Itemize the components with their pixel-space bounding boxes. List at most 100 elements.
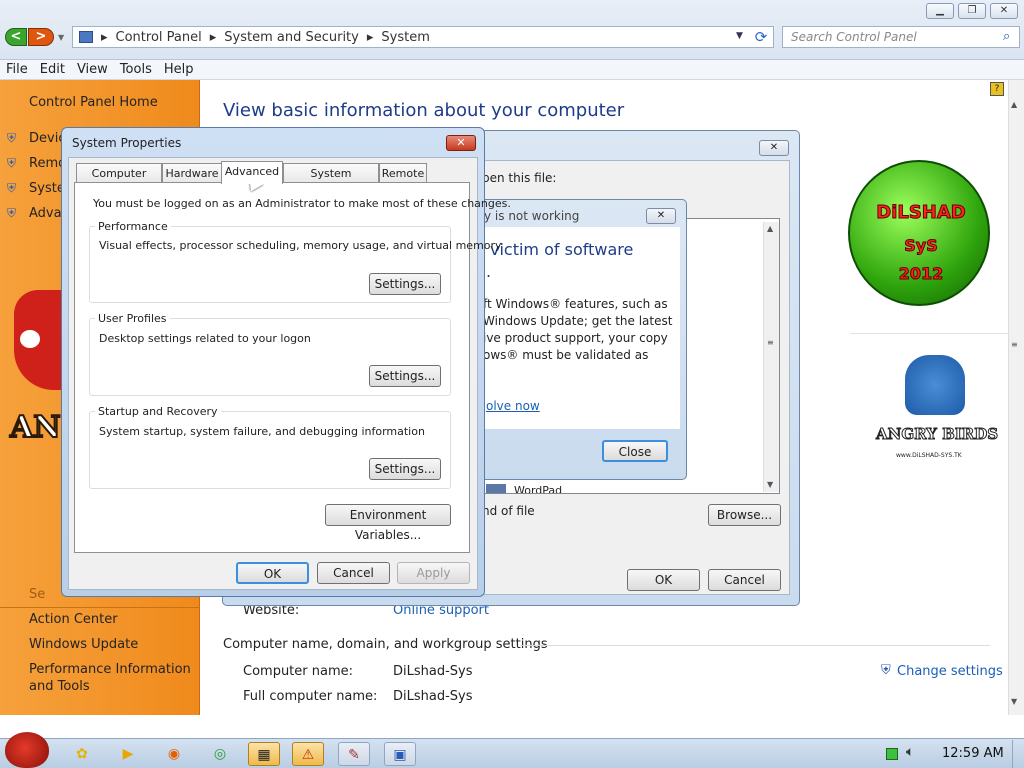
- control-panel-taskbar-icon[interactable]: ▦: [248, 742, 280, 766]
- show-desktop-button[interactable]: [1012, 740, 1024, 768]
- activation-body-line: Windows Update; get the latest: [483, 314, 673, 328]
- activation-title: y is not working: [484, 209, 580, 223]
- angry-birds-rio-logo: ANGRY BIRDS: [875, 425, 999, 444]
- minimize-button[interactable]: ▁: [926, 3, 954, 19]
- control-panel-home-link[interactable]: Control Panel Home: [29, 95, 158, 110]
- breadcrumb-system-security[interactable]: System and Security: [224, 30, 359, 45]
- recent-pages-dropdown-icon[interactable]: ▼: [58, 33, 64, 42]
- action-center-link[interactable]: Action Center: [29, 612, 118, 627]
- scroll-down-icon[interactable]: ▼: [1011, 697, 1017, 706]
- breadcrumb-separator-icon: ▸: [209, 29, 217, 45]
- windows-update-link[interactable]: Windows Update: [29, 637, 138, 652]
- advanced-settings-link[interactable]: Adva: [29, 206, 62, 221]
- tab-advanced[interactable]: Advanced: [221, 161, 283, 184]
- performance-info-link[interactable]: Performance Information: [29, 662, 191, 677]
- tab-hardware[interactable]: Hardware: [162, 163, 222, 183]
- open-with-taskbar-icon[interactable]: ✎: [338, 742, 370, 766]
- search-icon[interactable]: ⌕: [1003, 29, 1010, 44]
- program-list-scrollbar[interactable]: [763, 222, 779, 492]
- volume-icon[interactable]: 🔈︎: [906, 744, 914, 760]
- system-protection-link[interactable]: Syste: [29, 181, 65, 196]
- menu-help[interactable]: Help: [158, 60, 200, 79]
- breadcrumb-system[interactable]: System: [381, 30, 429, 45]
- device-manager-link[interactable]: Devic: [29, 131, 65, 146]
- search-input[interactable]: Search Control Panel: [782, 26, 1020, 48]
- help-icon[interactable]: ?: [990, 82, 1004, 96]
- close-icon[interactable]: ✕: [759, 140, 789, 156]
- explorer-taskbar-icon[interactable]: ✿: [66, 742, 98, 766]
- menu-file[interactable]: File: [0, 60, 34, 79]
- user-profiles-settings-button[interactable]: Settings...: [369, 365, 441, 387]
- environment-variables-button[interactable]: Environment Variables...: [325, 504, 451, 542]
- tab-remote[interactable]: Remote: [379, 163, 427, 183]
- startup-recovery-settings-button[interactable]: Settings...: [369, 458, 441, 480]
- logo-line-1: DiLSHAD: [876, 202, 966, 224]
- dialog-title: System Properties: [72, 136, 182, 150]
- scroll-thumb-grip-icon[interactable]: ≡: [1011, 340, 1018, 349]
- scroll-up-icon[interactable]: ▲: [1011, 100, 1017, 109]
- logo-line-2: SyS: [904, 236, 938, 256]
- change-settings-link[interactable]: Change settings: [897, 664, 1003, 679]
- startup-recovery-description: System startup, system failure, and debu…: [99, 425, 425, 438]
- performance-settings-button[interactable]: Settings...: [369, 273, 441, 295]
- always-use-label: nd of file: [482, 504, 535, 518]
- full-name-value: DiLshad-Sys: [393, 689, 473, 704]
- cancel-button[interactable]: Cancel: [708, 569, 781, 591]
- chrome-taskbar-icon[interactable]: ◎: [204, 742, 236, 766]
- taskbar-clock[interactable]: 12:59 AM: [942, 746, 1004, 761]
- apply-button[interactable]: Apply: [397, 562, 470, 584]
- address-bar[interactable]: ▸ Control Panel ▸ System and Security ▸ …: [72, 26, 774, 48]
- scroll-down-icon[interactable]: ▼: [767, 480, 773, 489]
- shield-icon: ⛨: [7, 131, 17, 145]
- activation-close-button[interactable]: Close: [602, 440, 668, 462]
- scroll-up-icon[interactable]: ▲: [767, 224, 773, 233]
- breadcrumb-control-panel[interactable]: Control Panel: [116, 30, 202, 45]
- network-icon[interactable]: [886, 748, 898, 760]
- maximize-button[interactable]: ❐: [958, 3, 986, 19]
- tab-computer-name[interactable]: Computer Name: [76, 163, 162, 199]
- scroll-thumb-grip-icon[interactable]: ≡: [767, 338, 774, 347]
- system-properties-taskbar-icon[interactable]: ▣: [384, 742, 416, 766]
- activation-body-line: ows® must be validated as: [483, 348, 649, 362]
- media-player-taskbar-icon[interactable]: ▶: [112, 742, 144, 766]
- dilshad-sys-logo: DiLSHAD SyS 2012: [848, 160, 990, 306]
- open-with-prompt: pen this file:: [482, 171, 557, 185]
- tab-system-protection[interactable]: System Protection: [283, 163, 379, 199]
- divider: [520, 645, 990, 646]
- shield-icon: ⛨: [7, 181, 17, 195]
- refresh-icon[interactable]: ⟳: [752, 28, 770, 46]
- activation-warning-taskbar-icon[interactable]: ⚠: [292, 742, 324, 766]
- back-arrow-icon: <: [10, 29, 22, 44]
- performance-info-link-line2[interactable]: and Tools: [29, 679, 90, 694]
- activation-body-line: ive product support, your copy: [483, 331, 668, 345]
- cancel-button[interactable]: Cancel: [317, 562, 390, 584]
- shield-icon: ⛨: [7, 206, 17, 220]
- ok-button[interactable]: OK: [627, 569, 700, 591]
- blue-bird-image: [905, 355, 965, 415]
- main-scrollbar[interactable]: [1008, 80, 1024, 715]
- taskbar: [0, 738, 1024, 768]
- wordpad-icon: [486, 484, 506, 493]
- logo-line-3: 2012: [898, 264, 944, 284]
- computer-icon: [79, 31, 93, 43]
- firefox-taskbar-icon[interactable]: ◉: [158, 742, 190, 766]
- program-item[interactable]: WordPad: [514, 484, 562, 493]
- close-icon[interactable]: ✕: [646, 208, 676, 224]
- close-window-button[interactable]: ✕: [990, 3, 1018, 19]
- resolve-now-link[interactable]: olve now: [486, 399, 540, 413]
- menu-edit[interactable]: Edit: [34, 60, 71, 79]
- menu-view[interactable]: View: [71, 60, 114, 79]
- back-button[interactable]: <: [5, 28, 27, 46]
- start-button[interactable]: [5, 732, 49, 768]
- startup-recovery-title: Startup and Recovery: [95, 405, 221, 418]
- menu-tools[interactable]: Tools: [114, 60, 158, 79]
- ok-button[interactable]: OK: [236, 562, 309, 584]
- activation-heading: victim of software: [490, 240, 634, 259]
- close-icon[interactable]: ✕: [446, 135, 476, 151]
- forward-button[interactable]: >: [28, 28, 54, 46]
- browse-button[interactable]: Browse...: [708, 504, 781, 526]
- forward-arrow-icon: >: [35, 29, 47, 44]
- activation-heading-line2: .: [486, 262, 492, 281]
- shield-icon: ⛨: [881, 663, 891, 678]
- address-dropdown-icon[interactable]: ▼: [736, 31, 743, 41]
